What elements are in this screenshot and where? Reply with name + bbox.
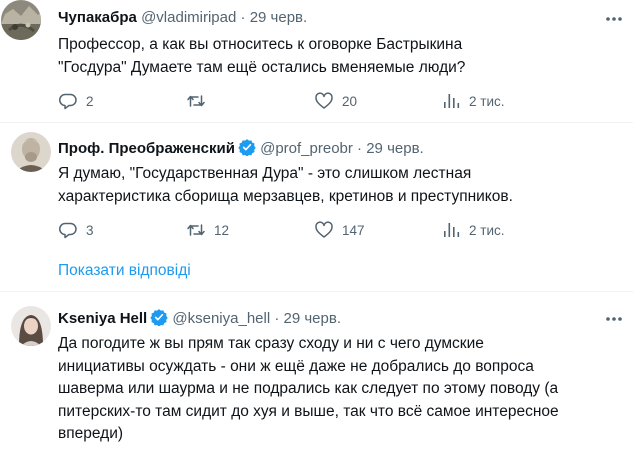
reply-button[interactable]: 2 (58, 91, 94, 111)
views-button[interactable]: 2 тис. (441, 91, 504, 111)
tweet-date[interactable]: 29 черв. (250, 9, 308, 26)
verified-badge-icon (238, 138, 256, 162)
tweet-actions: 3 12 147 2 тис. (58, 220, 623, 240)
like-button[interactable]: 147 (314, 220, 365, 240)
like-count: 20 (342, 93, 358, 109)
views-count: 2 тис. (469, 93, 505, 109)
tweet-date[interactable]: 29 черв. (366, 140, 424, 157)
views-button[interactable]: 2 тис. (441, 220, 504, 240)
reply-count: 2 (86, 93, 94, 109)
author-name[interactable]: Чупакабра (58, 9, 137, 26)
tweet-header: Чупакабра @vladimiripad · 29 черв. (58, 8, 307, 28)
tweet-header: Проф. Преображенский @prof_preobr · 29 ч… (58, 138, 424, 162)
avatar-chupakabra[interactable] (1, 0, 41, 40)
show-replies-link[interactable]: Показати відповіді (58, 261, 191, 281)
divider (0, 291, 633, 292)
retweet-button[interactable]: 12 (186, 220, 229, 240)
separator: · (240, 9, 246, 26)
like-icon (315, 221, 333, 238)
author-handle[interactable]: @vladimiripad (141, 9, 236, 26)
author-handle[interactable]: @prof_preobr (260, 140, 353, 157)
views-icon (444, 94, 460, 108)
views-icon (444, 223, 460, 237)
avatar-prof-preobr[interactable] (11, 132, 51, 172)
more-icon[interactable] (603, 9, 625, 29)
reply-icon (59, 222, 77, 239)
reply-icon (59, 93, 77, 110)
separator: · (274, 310, 280, 327)
separator: · (357, 140, 363, 157)
tweet-text: Профессор, а как вы относитесь к оговорк… (58, 36, 466, 76)
author-name[interactable]: Проф. Преображенский (58, 140, 235, 157)
more-icon[interactable] (603, 309, 625, 329)
like-icon (315, 92, 333, 109)
retweet-button[interactable] (186, 91, 214, 111)
retweet-icon (187, 95, 205, 107)
retweet-icon (187, 224, 205, 236)
tweet-actions: 2 20 2 тис. (58, 91, 623, 111)
like-button[interactable]: 20 (314, 91, 357, 111)
tweet-text: Я думаю, "Государственная Дура" - это сл… (58, 165, 513, 205)
divider (0, 122, 633, 123)
reply-button[interactable]: 3 (58, 220, 94, 240)
tweet-header: Kseniya Hell @kseniya_hell · 29 черв. (58, 308, 341, 332)
avatar-kseniya-hell[interactable] (11, 306, 51, 346)
tweet-text: Да погодите ж вы прям так сразу сходу и … (58, 335, 559, 442)
author-name[interactable]: Kseniya Hell (58, 310, 147, 327)
author-handle[interactable]: @kseniya_hell (172, 310, 270, 327)
tweet-date[interactable]: 29 черв. (284, 310, 342, 327)
verified-badge-icon (150, 308, 168, 332)
reply-count: 3 (86, 222, 94, 238)
views-count: 2 тис. (469, 222, 505, 238)
retweet-count: 12 (214, 222, 230, 238)
like-count: 147 (342, 222, 365, 238)
